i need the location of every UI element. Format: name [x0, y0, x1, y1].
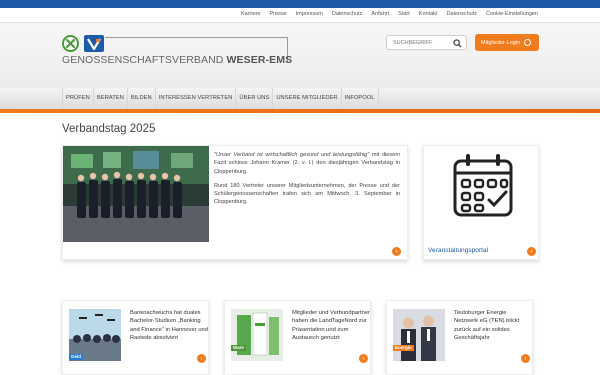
news-card[interactable]: Geld Banknachwuchs hat duales Bachelor-S… [62, 300, 209, 375]
nav-item-infopool[interactable]: INFOPOOL [342, 88, 379, 109]
news-card-text: Mitglieder und Verbundpartner haben die … [292, 310, 370, 341]
category-badge: Energie [393, 345, 414, 351]
nav-item-beraten[interactable]: BERATEN [94, 88, 128, 109]
org-name-light: GENOSSENSCHAFTSVERBAND [62, 54, 224, 66]
login-label: Mitglieder-Login [481, 39, 521, 46]
utility-link-datenschutz[interactable]: Datenschutz [332, 11, 363, 17]
news-card-text: Banknachwuchs hat duales Bachelor-Studiu… [130, 310, 208, 341]
news-card[interactable]: Ware Mitglieder und Verbundpartner haben… [224, 300, 371, 375]
news-more-arrow-icon[interactable]: › [359, 354, 368, 363]
feature-teaser[interactable]: "Unser Verband ist wirtschaftlich gesund… [62, 145, 408, 260]
utility-link-impressum[interactable]: Impressum [296, 11, 323, 17]
raiffeisen-logo-icon[interactable] [62, 35, 79, 52]
utility-link-cookie-settings[interactable]: Cookie-Einstellungen [486, 11, 538, 17]
nav-item-unsere-mitglieder[interactable]: UNSERE MITGLIEDER [273, 88, 342, 109]
search-box[interactable] [386, 35, 467, 50]
volksbank-logo-icon[interactable] [84, 35, 104, 52]
utility-link-kontakt[interactable]: Kontakt [419, 11, 438, 17]
feature-para2: Rund 180 Vertreter unserer Mitgliedsunte… [214, 182, 400, 206]
utility-link-anfahrt[interactable]: Anfahrt [371, 11, 389, 17]
nav-item-bilden[interactable]: BILDEN [128, 88, 156, 109]
event-more-arrow-icon[interactable]: › [527, 247, 536, 256]
org-name-bold: WESER-EMS [226, 54, 293, 66]
member-login-button[interactable]: Mitglieder-Login [475, 34, 539, 51]
orange-accent-line [0, 109, 600, 113]
search-input[interactable] [393, 39, 453, 46]
page-title: Verbandstag 2025 [62, 123, 156, 135]
utility-link-datenschutz-2[interactable]: Datenschutz [446, 11, 477, 17]
feature-photo[interactable] [63, 146, 209, 242]
news-card-text: Teutoburger Energie Netzwerk eG (TEN) bl… [454, 310, 520, 341]
news-photo-people[interactable] [393, 309, 445, 361]
feature-more-arrow-icon[interactable]: › [392, 247, 401, 256]
calendar-icon[interactable] [452, 152, 514, 218]
event-portal-teaser[interactable]: Veranstaltungsportal › [423, 145, 539, 260]
search-icon[interactable] [453, 39, 462, 48]
news-more-arrow-icon[interactable]: › [521, 354, 530, 363]
news-card[interactable]: Energie Teutoburger Energie Netzwerk eG … [386, 300, 533, 375]
category-badge: Geld [69, 354, 84, 360]
category-badge: Ware [231, 345, 246, 351]
news-more-arrow-icon[interactable]: › [197, 354, 206, 363]
nav-item-pruefen[interactable]: PRÜFEN [62, 88, 94, 109]
main-nav: PRÜFEN BERATEN BILDEN INTERESSEN VERTRET… [62, 88, 379, 109]
top-color-bar [0, 0, 600, 8]
utility-nav: Karriere Presse Impressum Datenschutz An… [241, 11, 538, 17]
nav-item-interessen-vertreten[interactable]: INTERESSEN VERTRETEN [156, 88, 237, 109]
feature-text: "Unser Verband ist wirtschaftlich gesund… [214, 151, 400, 213]
feature-quote: "Unser Verband ist wirtschaftlich gesund… [214, 152, 370, 158]
event-portal-link[interactable]: Veranstaltungsportal [428, 247, 488, 254]
news-photo-fair[interactable] [231, 309, 283, 361]
utility-link-start[interactable]: Start [398, 11, 410, 17]
utility-link-karriere[interactable]: Karriere [241, 11, 261, 17]
utility-link-presse[interactable]: Presse [270, 11, 287, 17]
login-power-icon [524, 39, 532, 46]
org-name[interactable]: GENOSSENSCHAFTSVERBAND WESER-EMS [62, 54, 292, 66]
nav-item-ueber-uns[interactable]: ÜBER UNS [236, 88, 274, 109]
